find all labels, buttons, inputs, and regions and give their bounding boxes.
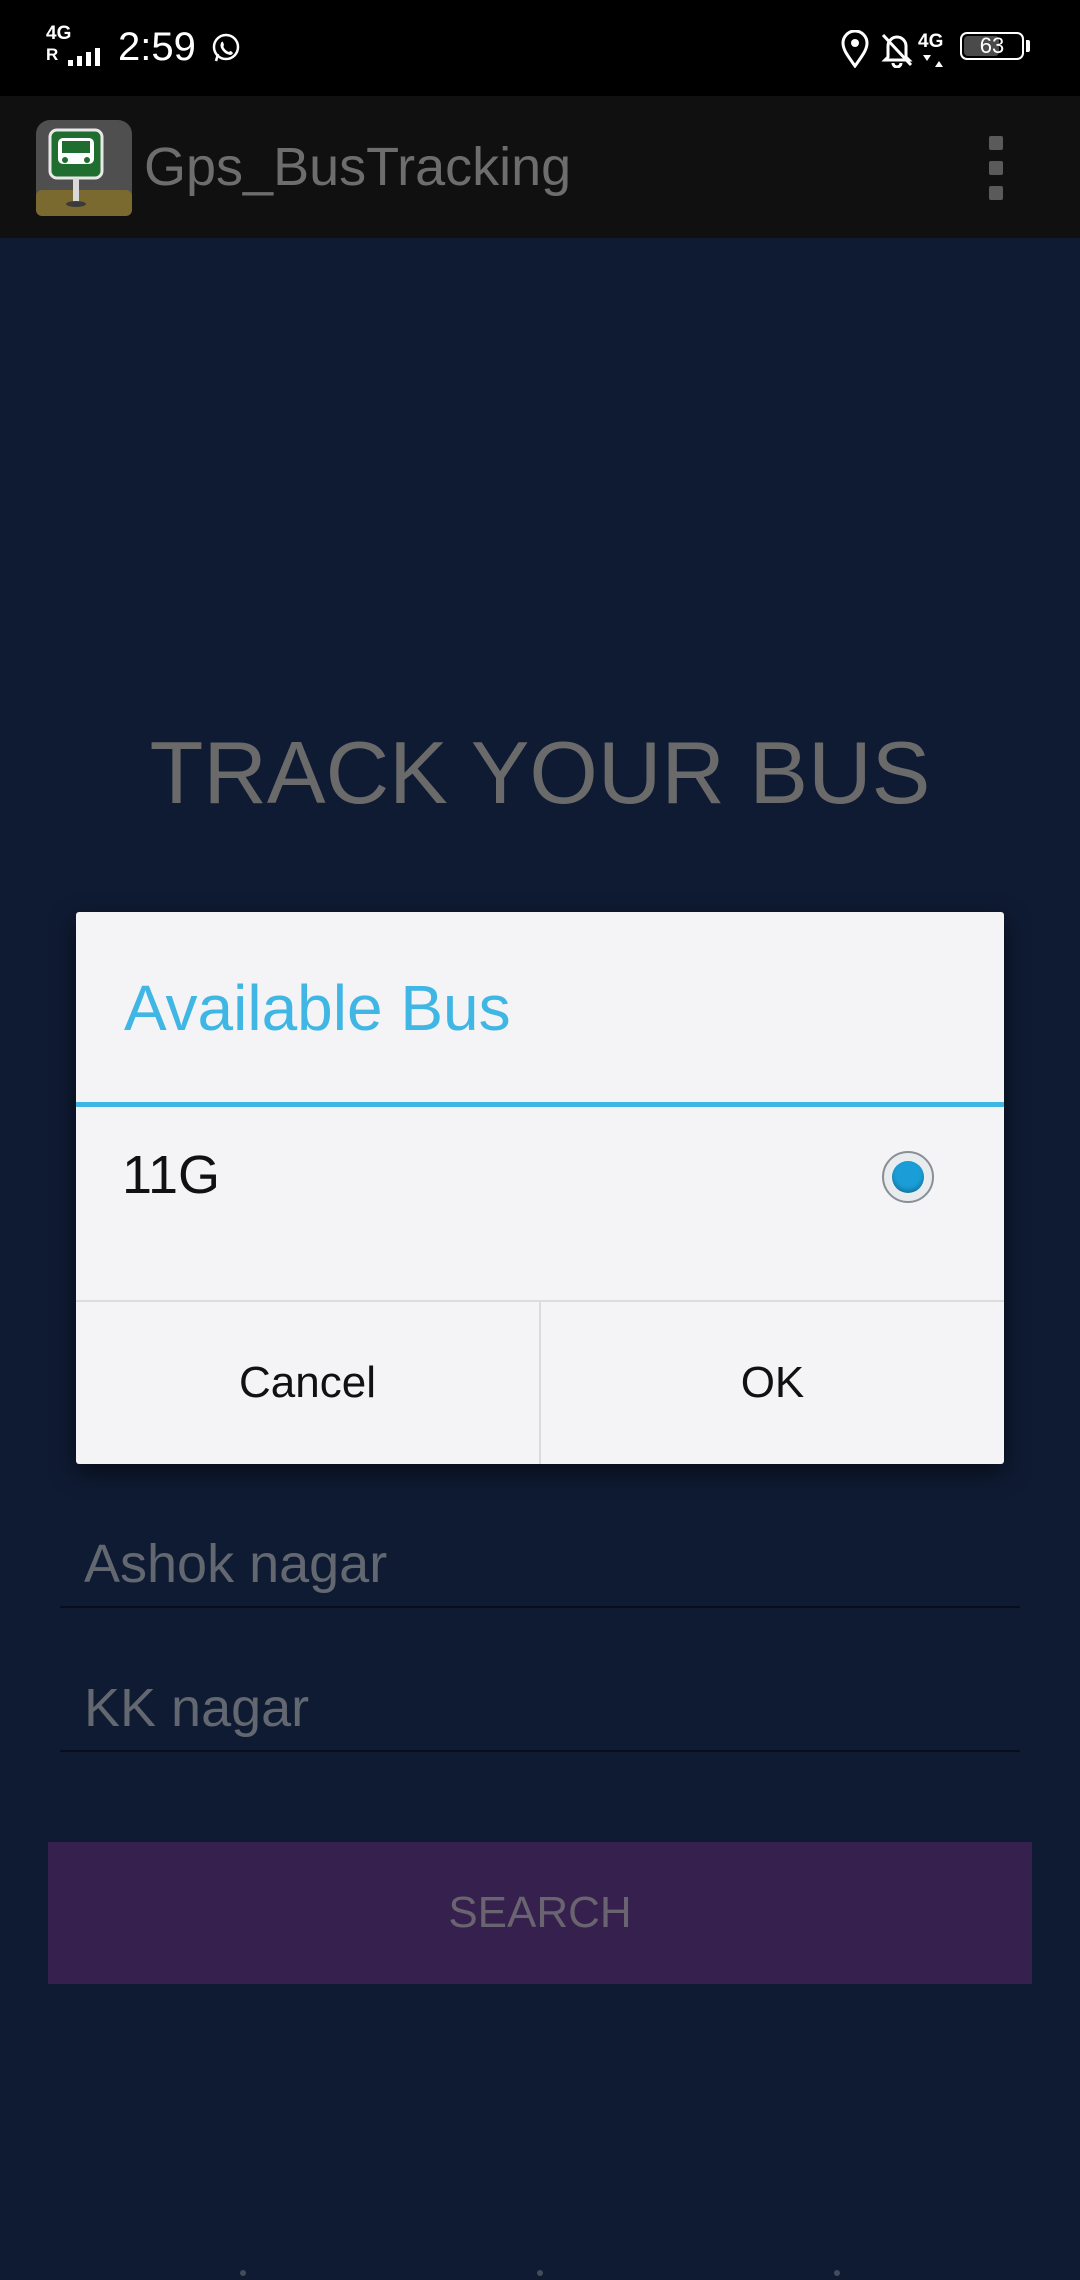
signal-bars bbox=[68, 48, 100, 66]
to-field[interactable]: KK nagar bbox=[60, 1662, 1020, 1752]
network-type-label: 4G bbox=[46, 23, 72, 44]
status-time: 2:59 bbox=[118, 25, 196, 69]
data-4g-icon: 4G bbox=[918, 32, 950, 72]
status-bar: 4G R 2:59 4G 63 bbox=[0, 0, 1080, 96]
dialog-button-bar: Cancel OK bbox=[76, 1300, 1004, 1464]
bell-off-icon bbox=[881, 33, 913, 68]
page-title: TRACK YOUR BUS bbox=[149, 723, 931, 822]
location-icon bbox=[841, 30, 869, 68]
app-title: Gps_BusTracking bbox=[144, 137, 572, 197]
overflow-menu-icon[interactable] bbox=[978, 136, 1014, 200]
bus-stop-icon bbox=[36, 120, 132, 216]
radio-selected-dot bbox=[892, 1161, 924, 1193]
nav-indicator-center bbox=[537, 2270, 543, 2276]
data-arrows-icon bbox=[923, 55, 943, 67]
nav-indicator-left bbox=[240, 2270, 246, 2276]
roaming-label: R bbox=[46, 45, 59, 64]
to-field-value: KK nagar bbox=[84, 1678, 310, 1738]
available-bus-dialog: Available Bus 11G Cancel OK bbox=[76, 912, 1004, 1464]
whatsapp-icon bbox=[212, 33, 240, 62]
battery-tip bbox=[1026, 40, 1030, 52]
from-field[interactable]: Ashok nagar bbox=[60, 1518, 1020, 1608]
bus-option-row[interactable]: 11G bbox=[76, 1107, 1004, 1213]
data-4g-label: 4G bbox=[918, 31, 944, 52]
bus-option-radio[interactable] bbox=[882, 1151, 934, 1203]
battery-percent: 63 bbox=[979, 33, 1005, 58]
nav-indicator-right bbox=[834, 2270, 840, 2276]
dialog-title: Available Bus bbox=[124, 972, 511, 1044]
from-field-value: Ashok nagar bbox=[84, 1534, 388, 1594]
cancel-button[interactable]: Cancel bbox=[76, 1302, 539, 1464]
signal-icon: 4G R bbox=[46, 24, 106, 68]
search-button[interactable]: SEARCH bbox=[48, 1842, 1032, 1984]
ok-button[interactable]: OK bbox=[541, 1302, 1004, 1464]
bus-option-label: 11G bbox=[122, 1145, 221, 1205]
battery-icon: 63 bbox=[960, 32, 1032, 62]
app-bar: Gps_BusTracking bbox=[0, 96, 1080, 238]
